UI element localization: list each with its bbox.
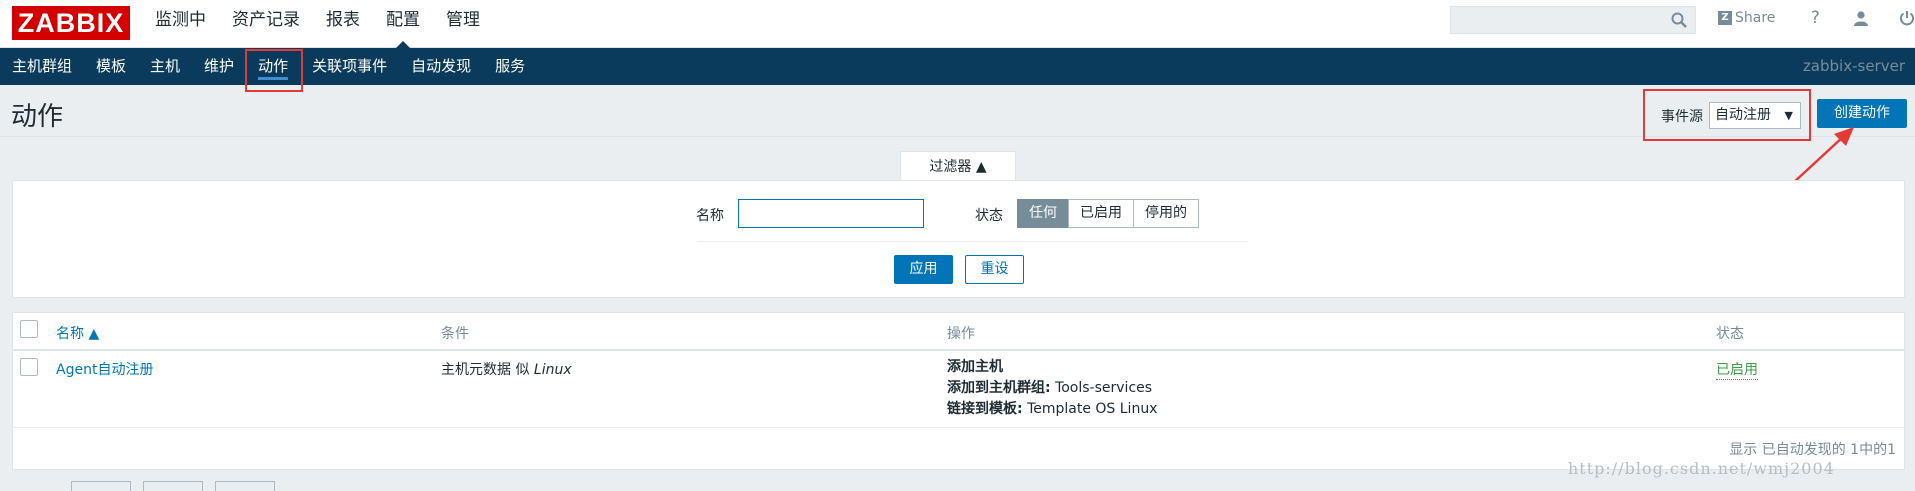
search-icon[interactable] — [1671, 12, 1687, 28]
operation-value: Tools-services — [1055, 380, 1153, 396]
zabbix-share-icon: Z — [1718, 11, 1732, 25]
nav-host-groups[interactable]: 主机群组 — [0, 48, 84, 85]
top-menu-inventory[interactable]: 资产记录 — [219, 0, 313, 48]
mass-action-button[interactable] — [71, 481, 131, 491]
operation-label: 添加主机 — [947, 359, 1003, 375]
top-menu-reports[interactable]: 报表 — [313, 0, 373, 48]
power-icon — [1900, 11, 1915, 26]
column-header-operations: 操作 — [947, 326, 975, 342]
filter-state-label: 状态 — [975, 208, 1003, 224]
action-operations: 添加主机 添加到主机群组: Tools-services 链接到模板: Temp… — [947, 357, 1157, 420]
filter-divider — [697, 241, 1248, 242]
nav-event-correlation[interactable]: 关联项事件 — [300, 48, 399, 85]
header-divider — [0, 136, 1915, 137]
share-button[interactable]: Z Share — [1718, 10, 1775, 26]
table-summary: 显示 已自动发现的 1中的1 — [1729, 442, 1896, 458]
user-icon — [1854, 11, 1869, 26]
condition-value: Linux — [533, 362, 572, 378]
watermark: http://blog.csdn.net/wmj2004 — [1568, 459, 1835, 478]
top-menu-administration[interactable]: 管理 — [433, 0, 493, 48]
highlight-box-nav — [245, 49, 303, 92]
header-row-divider — [13, 349, 1904, 351]
nav-templates[interactable]: 模板 — [84, 48, 138, 85]
top-bar: ZABBIX 监测中 资产记录 报表 配置 管理 Z Share ? — [0, 0, 1915, 49]
select-all-checkbox[interactable] — [20, 320, 38, 338]
share-label: Share — [1735, 10, 1776, 26]
row-checkbox[interactable] — [20, 358, 38, 376]
state-any-option[interactable]: 任何 — [1017, 199, 1069, 228]
action-condition: 主机元数据 似 Linux — [441, 359, 572, 379]
column-header-conditions: 条件 — [441, 326, 469, 342]
question-icon: ? — [1810, 8, 1820, 28]
operation-label: 链接到模板: — [947, 401, 1023, 417]
filter-state-toggle: 任何 已启用 停用的 — [1017, 199, 1199, 228]
nav-hosts[interactable]: 主机 — [138, 48, 192, 85]
nav-maintenance[interactable]: 维护 — [192, 48, 246, 85]
mass-action-button[interactable] — [143, 481, 203, 491]
state-enabled-option[interactable]: 已启用 — [1068, 199, 1134, 228]
user-profile-button[interactable] — [1851, 8, 1871, 28]
filter-tab[interactable]: 过滤器 ▲ — [900, 151, 1016, 181]
apply-button[interactable]: 应用 — [894, 255, 953, 284]
top-menu-configuration[interactable]: 配置 — [373, 0, 433, 49]
operation-label: 添加到主机群组: — [947, 380, 1051, 396]
mass-action-button[interactable] — [215, 481, 275, 491]
column-header-name[interactable]: 名称 ▲ — [56, 323, 99, 343]
search-input[interactable] — [1450, 6, 1696, 34]
row-divider — [13, 427, 1904, 428]
server-name: zabbix-server — [1802, 57, 1905, 75]
operation-value: Template OS Linux — [1027, 401, 1158, 417]
top-menu: 监测中 资产记录 报表 配置 管理 — [142, 0, 493, 49]
action-name-link[interactable]: Agent自动注册 — [56, 359, 153, 379]
help-button[interactable]: ? — [1805, 8, 1825, 28]
nav-discovery[interactable]: 自动发现 — [399, 48, 483, 85]
sign-out-button[interactable] — [1897, 8, 1915, 28]
zabbix-logo[interactable]: ZABBIX — [12, 6, 130, 40]
reset-button[interactable]: 重设 — [965, 255, 1024, 284]
state-disabled-option[interactable]: 停用的 — [1133, 199, 1199, 228]
filter-name-label: 名称 — [696, 208, 724, 224]
page-title: 动作 — [11, 102, 64, 132]
condition-text: 主机元数据 似 — [441, 362, 530, 378]
status-toggle-link[interactable]: 已启用 — [1716, 359, 1758, 380]
actions-table: 名称 ▲ 条件 操作 状态 Agent自动注册 主机元数据 似 Linux 添加… — [12, 312, 1905, 470]
highlight-box-event-source — [1643, 89, 1811, 141]
filter-name-input[interactable] — [738, 199, 924, 228]
nav-services[interactable]: 服务 — [483, 48, 537, 85]
column-header-status: 状态 — [1716, 326, 1744, 342]
top-menu-monitoring[interactable]: 监测中 — [142, 0, 219, 48]
filter-panel: 名称 状态 任何 已启用 停用的 应用 重设 — [12, 180, 1905, 298]
